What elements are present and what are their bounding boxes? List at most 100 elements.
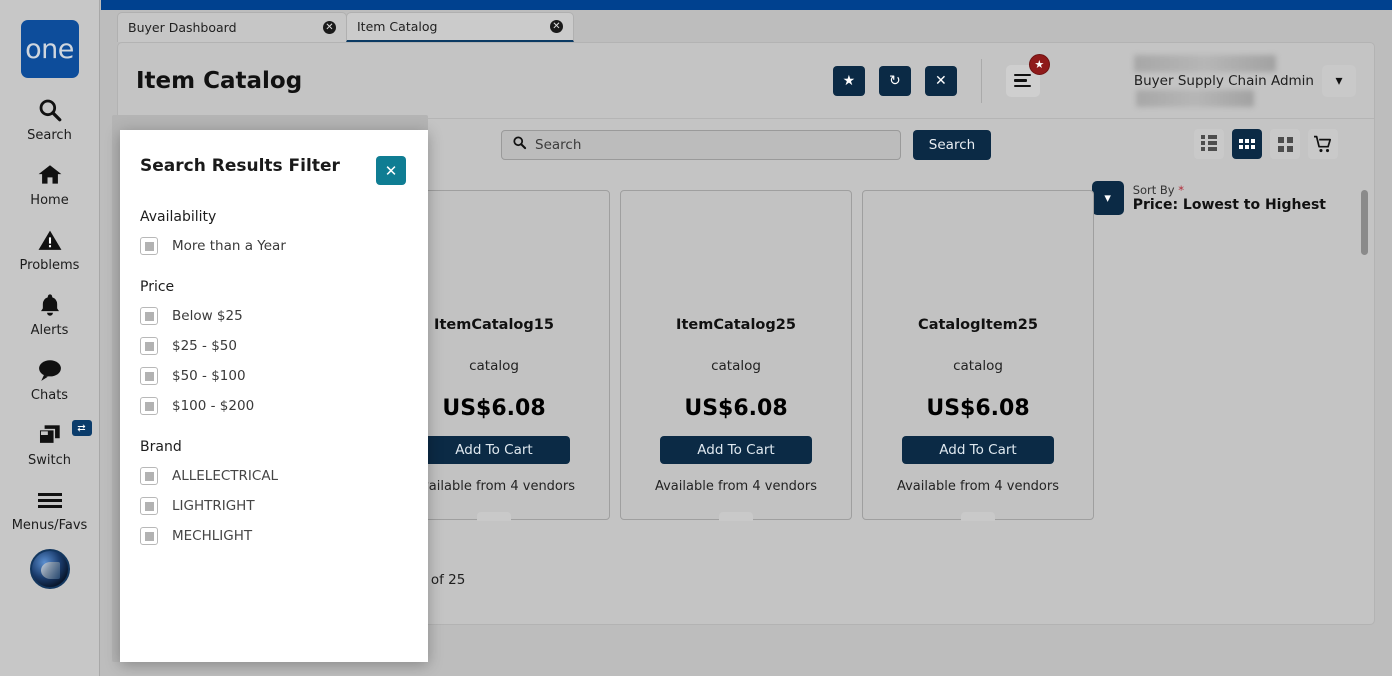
sidebar-item-home[interactable]: Home [0,158,100,208]
tab-buyer-dashboard[interactable]: Buyer Dashboard ✕ [117,12,347,42]
filter-group-title: Availability [140,209,217,225]
close-filter-button[interactable]: ✕ [376,156,406,185]
tab-strip: Buyer Dashboard ✕ Item Catalog ✕ [101,10,1392,42]
checkbox-icon[interactable] [140,467,158,485]
filter-option-label: $25 - $50 [172,338,237,354]
favorite-button[interactable]: ★ [832,65,865,96]
tab-label: Item Catalog [357,19,438,34]
search-field[interactable] [501,130,901,160]
filter-option[interactable]: ALLELECTRICAL [120,467,428,485]
user-menu[interactable]: Buyer Supply Chain Admin ▾ [1133,54,1356,107]
grid-view-icon [1277,136,1293,152]
card-expand-handle[interactable] [961,512,995,521]
filter-option-label: Below $25 [172,308,243,324]
close-circle-icon[interactable]: ✕ [323,21,336,34]
card-expand-handle[interactable] [477,512,511,521]
sidebar-item-alerts[interactable]: Alerts [0,288,100,338]
sidebar-item-label: Alerts [30,323,69,338]
avatar[interactable] [29,549,70,589]
sidebar-item-label: Search [27,128,72,143]
filter-option[interactable]: $25 - $50 [120,337,428,355]
sidebar-item-chats[interactable]: Chats [0,353,100,403]
checkbox-icon[interactable] [140,497,158,515]
item-name: CatalogItem25 [918,317,1038,333]
checkbox-icon[interactable] [140,397,158,415]
catalog-card[interactable]: CatalogItem25 catalog US$6.08 Add To Car… [862,190,1094,521]
item-vendors: Available from 4 vendors [896,479,1060,494]
sidebar-item-label: Chats [30,388,69,403]
filter-option[interactable]: More than a Year [120,237,428,255]
page-menu-button[interactable]: ★ [1005,53,1050,97]
add-to-cart-button[interactable]: Add To Cart [902,436,1054,464]
tab-item-catalog[interactable]: Item Catalog ✕ [346,12,574,42]
app-root: one Search Home Problems Alerts Chats ⇄ … [0,0,1392,676]
search-area: Search [501,130,991,160]
home-icon [36,158,64,192]
search-input[interactable] [535,137,890,153]
filter-option-label: MECHLIGHT [172,528,253,544]
add-to-cart-button[interactable]: Add To Cart [418,436,570,464]
header-divider [980,58,982,103]
close-circle-icon[interactable]: ✕ [550,20,563,33]
item-vendors: Available from 4 vendors [412,479,576,494]
app-logo[interactable]: one [20,20,79,78]
browser-top-band [101,0,1392,10]
filter-option[interactable]: Below $25 [120,307,428,325]
cart-button[interactable] [1308,129,1338,159]
sidebar-item-switch[interactable]: ⇄ Switch [0,418,100,468]
item-subtitle: catalog [469,358,519,374]
list-view-icon [1201,135,1217,153]
sidebar-item-label: Home [30,193,69,208]
scrollbar-thumb[interactable] [1361,190,1368,255]
checkbox-icon[interactable] [140,367,158,385]
refresh-button[interactable]: ↻ [878,65,911,96]
warning-icon [37,223,63,257]
filter-option[interactable]: $100 - $200 [120,397,428,415]
sidebar-item-menus-favs[interactable]: Menus/Favs [0,483,100,533]
item-subtitle: catalog [711,358,761,374]
shopping-cart-icon [1314,135,1332,153]
checkbox-icon[interactable] [140,237,158,255]
page-header: Item Catalog ★ ↻ ✕ ★ Buyer Supply Chain … [118,43,1374,119]
user-role-label: Buyer Supply Chain Admin [1133,72,1314,89]
filter-option-label: ALLELECTRICAL [172,468,279,484]
catalog-card[interactable]: ItemCatalog25 catalog US$6.08 Add To Car… [620,190,852,521]
page-title: Item Catalog [136,67,303,94]
sidebar-item-label: Switch [28,453,71,468]
close-page-button[interactable]: ✕ [924,65,957,96]
item-name: ItemCatalog15 [434,317,554,333]
filter-option-label: $100 - $200 [172,398,255,414]
page-header-actions: ★ ↻ ✕ ★ Buyer Supply Chain Admin ▾ [832,53,1356,107]
chat-bubble-icon [36,353,64,387]
bell-icon [37,288,63,322]
switch-badge-icon[interactable]: ⇄ [71,420,92,436]
add-to-cart-button[interactable]: Add To Cart [660,436,812,464]
search-button[interactable]: Search [913,130,991,160]
search-icon [37,93,63,127]
hamburger-icon [36,483,64,517]
filter-option[interactable]: MECHLIGHT [120,527,428,545]
view-toggle-group [1194,129,1338,159]
item-subtitle: catalog [953,358,1003,374]
compact-grid-view-button[interactable] [1232,129,1262,159]
sidebar-item-label: Problems [19,258,80,273]
filter-group-title: Brand [140,439,182,455]
checkbox-icon[interactable] [140,307,158,325]
grid-view-button[interactable] [1270,129,1300,159]
item-price: US$6.08 [684,396,788,421]
filter-group-title: Price [140,279,175,295]
checkbox-icon[interactable] [140,337,158,355]
sidebar-item-search[interactable]: Search [0,93,100,143]
list-view-button[interactable] [1194,129,1224,159]
star-badge-icon: ★ [1028,53,1050,75]
sidebar-item-problems[interactable]: Problems [0,223,100,273]
chevron-down-icon[interactable]: ▾ [1322,64,1356,97]
results-scrollbar[interactable] [1361,190,1368,515]
checkbox-icon[interactable] [140,527,158,545]
card-expand-handle[interactable] [719,512,753,521]
filter-option[interactable]: LIGHTRIGHT [120,497,428,515]
item-price: US$6.08 [926,396,1030,421]
sidebar-item-label: Menus/Favs [11,518,88,533]
filter-option[interactable]: $50 - $100 [120,367,428,385]
item-name: ItemCatalog25 [676,317,796,333]
